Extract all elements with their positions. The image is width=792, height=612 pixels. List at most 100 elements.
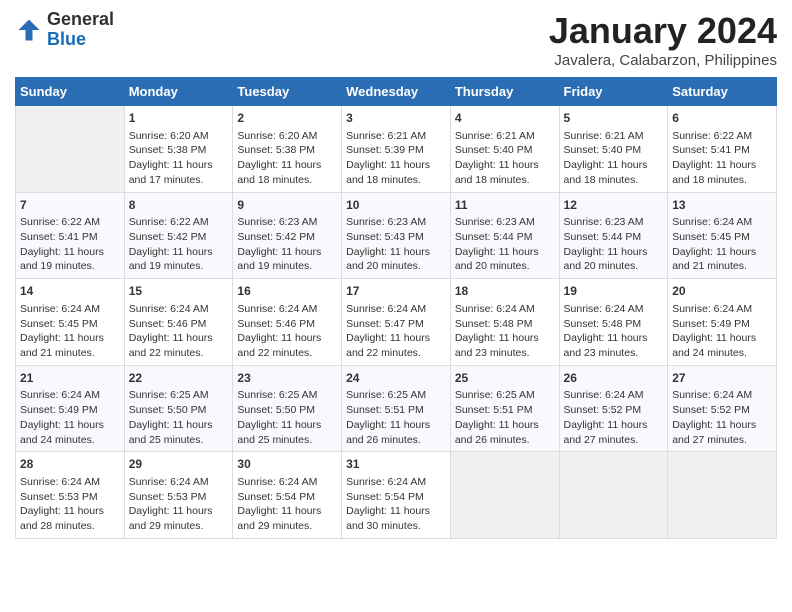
day-number: 23 [237, 370, 337, 387]
day-info: Sunrise: 6:22 AMSunset: 5:41 PMDaylight:… [672, 129, 772, 188]
calendar-cell [559, 452, 668, 539]
calendar-cell [668, 452, 777, 539]
logo: General Blue [15, 10, 114, 50]
day-number: 28 [20, 456, 120, 473]
day-number: 22 [129, 370, 229, 387]
calendar-cell: 18 Sunrise: 6:24 AMSunset: 5:48 PMDayligh… [450, 279, 559, 366]
day-info: Sunrise: 6:24 AMSunset: 5:49 PMDaylight:… [20, 388, 120, 447]
calendar-cell: 20 Sunrise: 6:24 AMSunset: 5:49 PMDayligh… [668, 279, 777, 366]
day-number: 21 [20, 370, 120, 387]
calendar-cell: 19 Sunrise: 6:24 AMSunset: 5:48 PMDayligh… [559, 279, 668, 366]
day-number: 16 [237, 283, 337, 300]
day-info: Sunrise: 6:24 AMSunset: 5:53 PMDaylight:… [20, 475, 120, 534]
day-info: Sunrise: 6:24 AMSunset: 5:46 PMDaylight:… [129, 302, 229, 361]
day-info: Sunrise: 6:25 AMSunset: 5:51 PMDaylight:… [455, 388, 555, 447]
day-info: Sunrise: 6:25 AMSunset: 5:51 PMDaylight:… [346, 388, 446, 447]
day-number: 29 [129, 456, 229, 473]
calendar-cell: 8Sunrise: 6:22 AMSunset: 5:42 PMDaylight… [124, 192, 233, 279]
calendar-cell: 31Sunrise: 6:24 AMSunset: 5:54 PMDayligh… [342, 452, 451, 539]
day-info: Sunrise: 6:22 AMSunset: 5:42 PMDaylight:… [129, 215, 229, 274]
calendar-cell: 23Sunrise: 6:25 AMSunset: 5:50 PMDayligh… [233, 365, 342, 452]
day-info: Sunrise: 6:20 AMSunset: 5:38 PMDaylight:… [237, 129, 337, 188]
day-number: 1 [129, 110, 229, 127]
day-info: Sunrise: 6:24 AMSunset: 5:45 PMDaylight:… [672, 215, 772, 274]
day-number: 12 [564, 197, 664, 214]
day-info: Sunrise: 6:21 AMSunset: 5:40 PMDaylight:… [564, 129, 664, 188]
weekday-header-row: SundayMondayTuesdayWednesdayThursdayFrid… [16, 78, 777, 106]
day-info: Sunrise: 6:24 AMSunset: 5:48 PMDaylight:… [564, 302, 664, 361]
calendar-cell: 26Sunrise: 6:24 AMSunset: 5:52 PMDayligh… [559, 365, 668, 452]
logo-text: General Blue [47, 10, 114, 50]
day-info: Sunrise: 6:22 AMSunset: 5:41 PMDaylight:… [20, 215, 120, 274]
day-info: Sunrise: 6:25 AMSunset: 5:50 PMDaylight:… [129, 388, 229, 447]
day-number: 9 [237, 197, 337, 214]
calendar-cell: 24Sunrise: 6:25 AMSunset: 5:51 PMDayligh… [342, 365, 451, 452]
day-number: 11 [455, 197, 555, 214]
calendar-week-row: 28 Sunrise: 6:24 AMSunset: 5:53 PMDayligh… [16, 452, 777, 539]
day-info: Sunrise: 6:24 AMSunset: 5:52 PMDaylight:… [564, 388, 664, 447]
day-info: Sunrise: 6:24 AMSunset: 5:49 PMDaylight:… [672, 302, 772, 361]
day-info: Sunrise: 6:24 AMSunset: 5:52 PMDaylight:… [672, 388, 772, 447]
calendar-cell: 30 Sunrise: 6:24 AMSunset: 5:54 PMDayligh… [233, 452, 342, 539]
location-subtitle: Javalera, Calabarzon, Philippines [549, 52, 777, 69]
day-number: 17 [346, 283, 446, 300]
calendar-cell: 5 Sunrise: 6:21 AMSunset: 5:40 PMDaylight… [559, 106, 668, 193]
day-number: 27 [672, 370, 772, 387]
day-info: Sunrise: 6:23 AMSunset: 5:43 PMDaylight:… [346, 215, 446, 274]
day-info: Sunrise: 6:24 AMSunset: 5:45 PMDaylight:… [20, 302, 120, 361]
calendar-cell: 27Sunrise: 6:24 AMSunset: 5:52 PMDayligh… [668, 365, 777, 452]
day-number: 24 [346, 370, 446, 387]
calendar-week-row: 1 Sunrise: 6:20 AMSunset: 5:38 PMDaylight… [16, 106, 777, 193]
day-number: 5 [564, 110, 664, 127]
day-number: 15 [129, 283, 229, 300]
calendar-cell: 14Sunrise: 6:24 AMSunset: 5:45 PMDayligh… [16, 279, 125, 366]
page-header: General Blue January 2024 Javalera, Cala… [15, 10, 777, 69]
calendar-cell [450, 452, 559, 539]
day-number: 19 [564, 283, 664, 300]
calendar-week-row: 7Sunrise: 6:22 AMSunset: 5:41 PMDaylight… [16, 192, 777, 279]
calendar-cell: 6Sunrise: 6:22 AMSunset: 5:41 PMDaylight… [668, 106, 777, 193]
weekday-header: Saturday [668, 78, 777, 106]
day-info: Sunrise: 6:24 AMSunset: 5:48 PMDaylight:… [455, 302, 555, 361]
calendar-cell: 9Sunrise: 6:23 AMSunset: 5:42 PMDaylight… [233, 192, 342, 279]
calendar-cell: 25Sunrise: 6:25 AMSunset: 5:51 PMDayligh… [450, 365, 559, 452]
weekday-header: Friday [559, 78, 668, 106]
calendar-cell: 4Sunrise: 6:21 AMSunset: 5:40 PMDaylight… [450, 106, 559, 193]
calendar-week-row: 21Sunrise: 6:24 AMSunset: 5:49 PMDayligh… [16, 365, 777, 452]
calendar-cell: 21Sunrise: 6:24 AMSunset: 5:49 PMDayligh… [16, 365, 125, 452]
day-info: Sunrise: 6:23 AMSunset: 5:44 PMDaylight:… [455, 215, 555, 274]
day-number: 26 [564, 370, 664, 387]
calendar-cell: 1Sunrise: 6:20 AMSunset: 5:38 PMDaylight… [124, 106, 233, 193]
calendar-cell: 22Sunrise: 6:25 AMSunset: 5:50 PMDayligh… [124, 365, 233, 452]
day-info: Sunrise: 6:24 AMSunset: 5:46 PMDaylight:… [237, 302, 337, 361]
day-number: 20 [672, 283, 772, 300]
day-number: 4 [455, 110, 555, 127]
day-number: 8 [129, 197, 229, 214]
calendar-cell: 11Sunrise: 6:23 AMSunset: 5:44 PMDayligh… [450, 192, 559, 279]
month-title: January 2024 [549, 10, 777, 52]
day-info: Sunrise: 6:24 AMSunset: 5:54 PMDaylight:… [346, 475, 446, 534]
day-number: 30 [237, 456, 337, 473]
calendar-cell: 10Sunrise: 6:23 AMSunset: 5:43 PMDayligh… [342, 192, 451, 279]
calendar-cell: 16 Sunrise: 6:24 AMSunset: 5:46 PMDayligh… [233, 279, 342, 366]
weekday-header: Sunday [16, 78, 125, 106]
calendar-cell: 13Sunrise: 6:24 AMSunset: 5:45 PMDayligh… [668, 192, 777, 279]
calendar-week-row: 14Sunrise: 6:24 AMSunset: 5:45 PMDayligh… [16, 279, 777, 366]
weekday-header: Wednesday [342, 78, 451, 106]
calendar-cell [16, 106, 125, 193]
logo-blue: Blue [47, 29, 86, 49]
calendar-cell: 7Sunrise: 6:22 AMSunset: 5:41 PMDaylight… [16, 192, 125, 279]
logo-icon [15, 16, 43, 44]
calendar-cell: 28 Sunrise: 6:24 AMSunset: 5:53 PMDayligh… [16, 452, 125, 539]
day-number: 25 [455, 370, 555, 387]
day-number: 7 [20, 197, 120, 214]
day-info: Sunrise: 6:23 AMSunset: 5:42 PMDaylight:… [237, 215, 337, 274]
day-info: Sunrise: 6:24 AMSunset: 5:54 PMDaylight:… [237, 475, 337, 534]
day-number: 18 [455, 283, 555, 300]
day-info: Sunrise: 6:23 AMSunset: 5:44 PMDaylight:… [564, 215, 664, 274]
title-block: January 2024 Javalera, Calabarzon, Phili… [549, 10, 777, 69]
logo-general: General [47, 9, 114, 29]
calendar-cell: 15 Sunrise: 6:24 AMSunset: 5:46 PMDayligh… [124, 279, 233, 366]
calendar-table: SundayMondayTuesdayWednesdayThursdayFrid… [15, 77, 777, 539]
calendar-cell: 2Sunrise: 6:20 AMSunset: 5:38 PMDaylight… [233, 106, 342, 193]
